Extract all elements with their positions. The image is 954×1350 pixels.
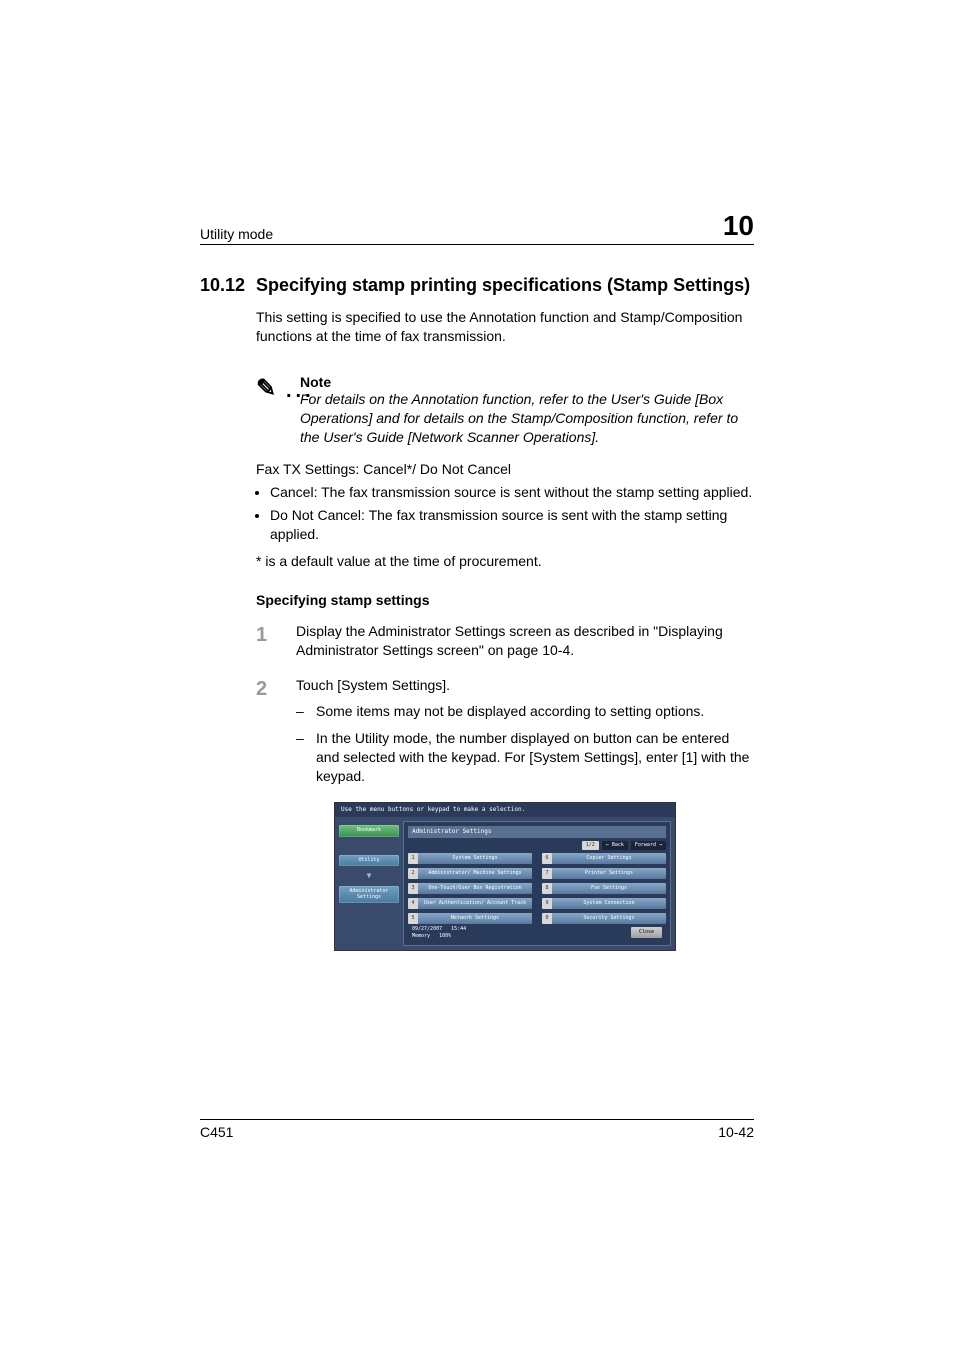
intro-paragraph: This setting is specified to use the Ann…: [200, 308, 754, 346]
settings-item[interactable]: 2Administrator/ Machine Settings: [408, 868, 532, 879]
settings-item-label: Security Settings: [552, 913, 666, 924]
step-sub-text: In the Utility mode, the number displaye…: [316, 729, 754, 786]
settings-grid: 1System Settings 6Copier Settings 2Adminis…: [408, 853, 666, 924]
panel-title: Administrator Settings: [408, 826, 666, 838]
note-icon: ✎: [256, 374, 276, 403]
breadcrumb: Utility mode: [200, 226, 273, 242]
step-row: 2 Touch [System Settings]. – Some items …: [256, 676, 754, 786]
settings-item[interactable]: 6Copier Settings: [542, 853, 666, 864]
step-text: Touch [System Settings].: [296, 676, 754, 695]
step-sub-text: Some items may not be displayed accordin…: [316, 702, 754, 721]
settings-item[interactable]: 9System Connection: [542, 898, 666, 909]
step-text: Display the Administrator Settings scree…: [296, 622, 754, 660]
settings-item[interactable]: 7Printer Settings: [542, 868, 666, 879]
note-dots-icon: ...: [286, 380, 315, 403]
screenshot-instruction: Use the menu buttons or keypad to make a…: [335, 803, 675, 817]
settings-item[interactable]: 3One-Touch/User Box Registration: [408, 883, 532, 894]
step-row: 1 Display the Administrator Settings scr…: [256, 622, 754, 660]
close-button[interactable]: Close: [631, 927, 662, 938]
page-footer: C451 10-42: [200, 1119, 754, 1140]
settings-item-number: 3: [408, 883, 418, 894]
settings-item-label: Administrator/ Machine Settings: [418, 868, 532, 879]
footer-model: C451: [200, 1124, 233, 1140]
bookmark-button[interactable]: Bookmark: [339, 825, 399, 837]
section-number: 10.12: [200, 275, 256, 296]
step-sub-row: – In the Utility mode, the number displa…: [296, 729, 754, 786]
settings-item[interactable]: 8Fax Settings: [542, 883, 666, 894]
dash-icon: –: [296, 702, 316, 721]
footer-time: 15:44: [451, 926, 466, 932]
step-sub-row: – Some items may not be displayed accord…: [296, 702, 754, 721]
settings-item-number: 0: [542, 913, 552, 924]
footer-memory-label: Memory: [412, 933, 430, 939]
note-body: For details on the Annotation function, …: [256, 390, 754, 447]
settings-item-number: 8: [542, 883, 552, 894]
asterisk-note: * is a default value at the time of proc…: [256, 552, 754, 571]
sub-heading: Specifying stamp settings: [256, 591, 754, 610]
dash-icon: –: [296, 729, 316, 786]
settings-item-label: One-Touch/User Box Registration: [418, 883, 532, 894]
admin-settings-button[interactable]: Administrator Settings: [339, 886, 399, 903]
fax-bullet-list: Cancel: The fax transmission source is s…: [256, 483, 754, 544]
settings-item-number: 2: [408, 868, 418, 879]
list-item: Cancel: The fax transmission source is s…: [270, 483, 754, 502]
settings-item-label: Fax Settings: [552, 883, 666, 894]
footer-page-number: 10-42: [718, 1124, 754, 1140]
settings-item-label: Network Settings: [418, 913, 532, 924]
settings-item-number: 9: [542, 898, 552, 909]
section-heading: 10.12 Specifying stamp printing specific…: [200, 275, 754, 296]
settings-item-label: Printer Settings: [552, 868, 666, 879]
settings-item-number: 1: [408, 853, 418, 864]
settings-item-label: User Authentication/ Account Track: [418, 898, 532, 909]
fax-settings-line: Fax TX Settings: Cancel*/ Do Not Cancel: [256, 460, 754, 479]
settings-item-label: Copier Settings: [552, 853, 666, 864]
list-item: Do Not Cancel: The fax transmission sour…: [270, 506, 754, 544]
footer-date: 09/27/2007: [412, 926, 442, 932]
settings-item-label: System Connection: [552, 898, 666, 909]
chapter-number: 10: [723, 210, 754, 242]
step-number: 1: [256, 622, 296, 660]
page-header: Utility mode 10: [200, 210, 754, 245]
screenshot-sidebar: Bookmark Utility ▼ Administrator Setting…: [335, 817, 403, 950]
nav-forward-button[interactable]: Forward →: [631, 841, 666, 850]
section-title-text: Specifying stamp printing specifications…: [256, 275, 754, 296]
footer-memory-value: 100%: [439, 933, 451, 939]
settings-item[interactable]: 1System Settings: [408, 853, 532, 864]
note-label: Note: [256, 374, 754, 390]
printer-panel-screenshot: Use the menu buttons or keypad to make a…: [334, 802, 676, 951]
arrow-down-icon: ▼: [339, 872, 399, 880]
nav-back-button[interactable]: ← Back: [602, 841, 628, 850]
utility-button[interactable]: Utility: [339, 855, 399, 867]
step-number: 2: [256, 676, 296, 786]
settings-item-number: 4: [408, 898, 418, 909]
note-block: ✎ ... Note For details on the Annotation…: [200, 374, 754, 447]
page-indicator: 1/2: [582, 841, 599, 850]
screenshot-main-panel: Administrator Settings 1/2 ← Back Forwar…: [403, 821, 671, 946]
settings-item-number: 7: [542, 868, 552, 879]
settings-item-number: 6: [542, 853, 552, 864]
settings-item[interactable]: 5Network Settings: [408, 913, 532, 924]
settings-item-label: System Settings: [418, 853, 532, 864]
screenshot-footer: 09/27/2007 15:44 Memory 100% Close: [408, 924, 666, 942]
settings-item-number: 5: [408, 913, 418, 924]
settings-item[interactable]: 4User Authentication/ Account Track: [408, 898, 532, 909]
settings-item[interactable]: 0Security Settings: [542, 913, 666, 924]
